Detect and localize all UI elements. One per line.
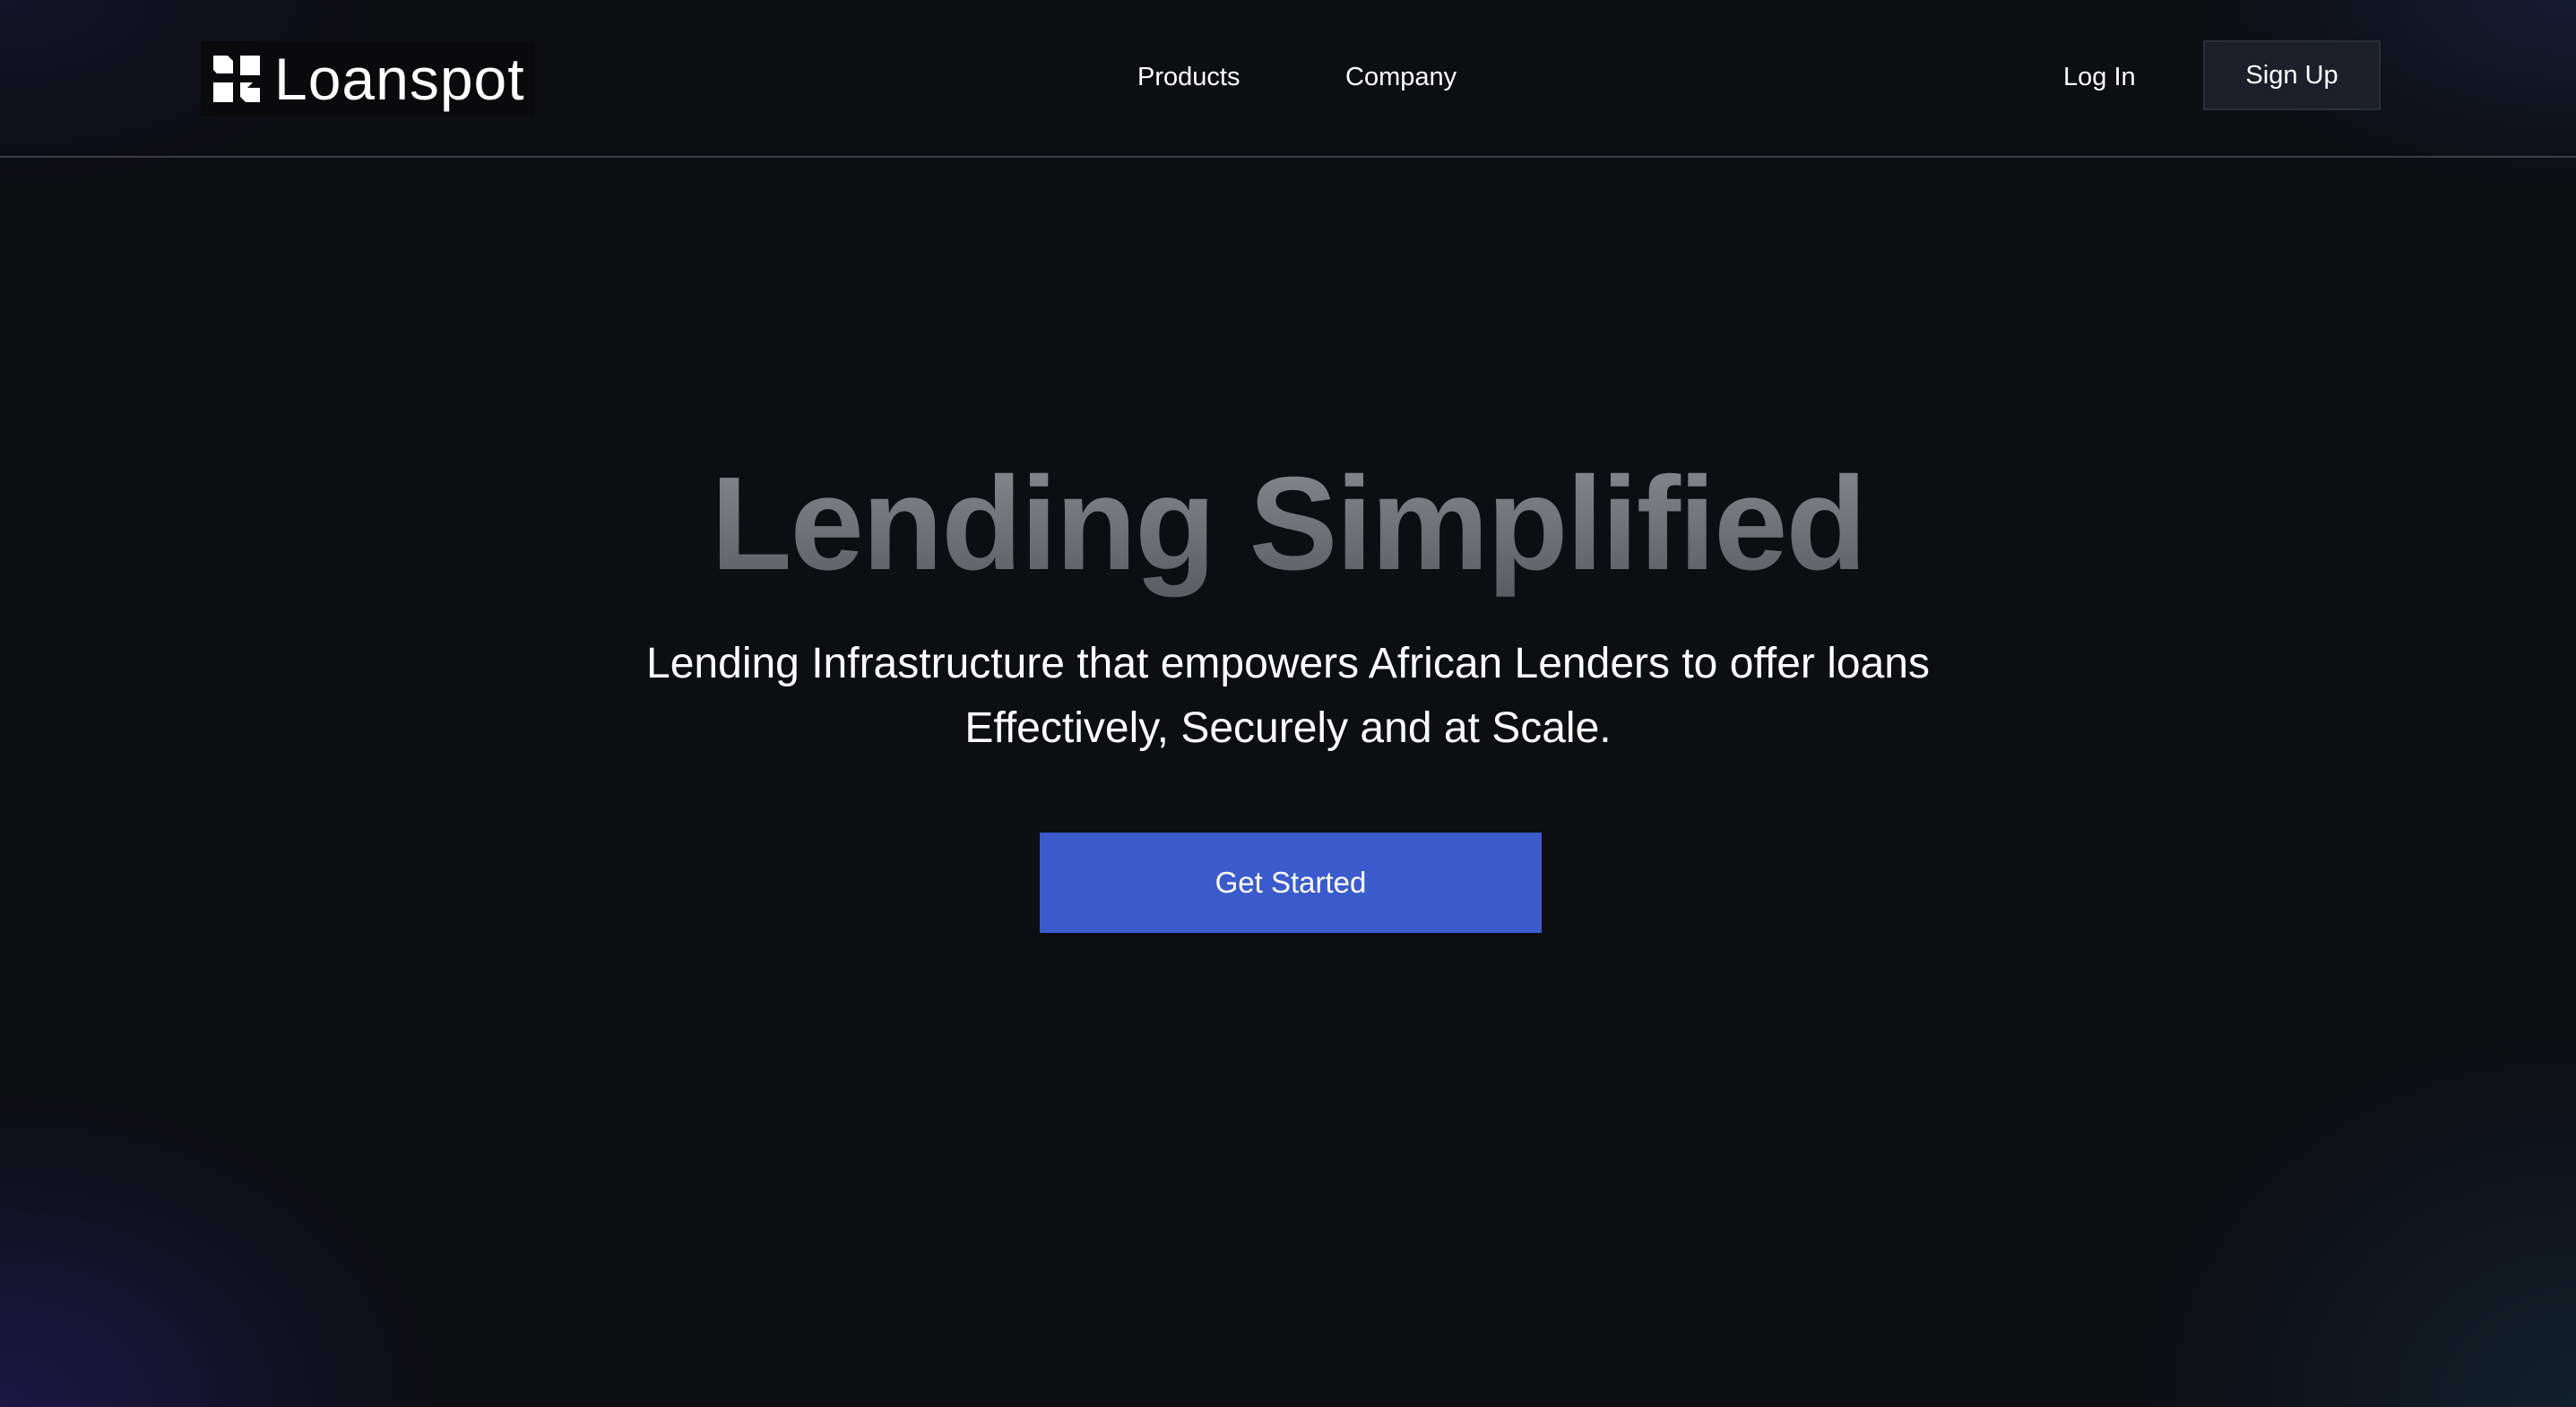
nav-products[interactable]: Products: [1137, 0, 1240, 154]
login-link[interactable]: Log In: [2063, 0, 2136, 154]
site-header: Loanspot Products Company Log In Sign Up: [0, 0, 2576, 158]
hero-subtitle-line-1: Lending Infrastructure that empowers Afr…: [646, 640, 1930, 687]
get-started-button[interactable]: Get Started: [1040, 833, 1542, 933]
loanspot-logo-icon: [213, 56, 260, 102]
logo-text: Loanspot: [274, 46, 525, 112]
hero-subtitle: Lending Infrastructure that empowers Afr…: [571, 632, 2005, 761]
nav-company[interactable]: Company: [1345, 0, 1457, 154]
logo-link[interactable]: Loanspot: [201, 41, 534, 117]
landing-page: Loanspot Products Company Log In Sign Up…: [0, 0, 2576, 1407]
hero-subtitle-line-2: Effectively, Securely and at Scale.: [964, 704, 1612, 752]
hero-title: Lending Simplified: [0, 448, 2576, 600]
signup-button[interactable]: Sign Up: [2203, 40, 2381, 110]
